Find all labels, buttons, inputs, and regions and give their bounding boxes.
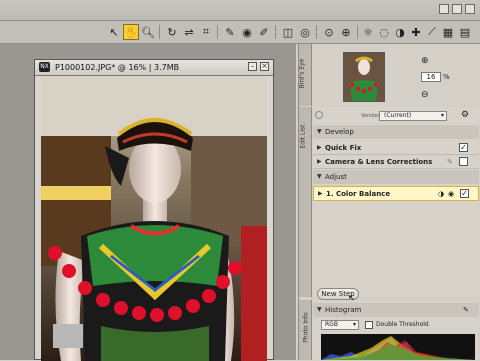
red-eye-control-point-icon[interactable]: ◑ bbox=[392, 24, 408, 40]
zoom-field[interactable]: 16 bbox=[421, 72, 441, 82]
crop-icon[interactable]: ⌗ bbox=[198, 24, 214, 40]
toolbar: ↖ ✋ 🔍︎ ↻ ⇌ ⌗ ✎ ◉ ✐ ◫ ◎ ⊙ ⊕ ☼ ◌ ◑ ✚ ⟋ ▦ ▤ bbox=[0, 21, 480, 44]
color-balance-label: 1. Color Balance bbox=[326, 190, 391, 198]
lasso-icon[interactable]: ◎ bbox=[297, 24, 313, 40]
photo-info-panel: ▼ Histogram ✎ RGB ▾ Double Threshold bbox=[313, 300, 479, 360]
selection-control-point-icon[interactable]: ⟋ bbox=[424, 24, 440, 40]
selection-brush-icon[interactable]: ◫ bbox=[280, 24, 296, 40]
auto-retouch-icon[interactable]: ✐ bbox=[256, 24, 272, 40]
color-point-icon[interactable]: ✚ bbox=[408, 24, 424, 40]
edit-list-panel: Version (Current) ▾ ⚙ ▼ Develop ▶ Quick … bbox=[313, 107, 479, 304]
channel-value: RGB bbox=[325, 321, 338, 328]
collapse-triangle-icon: ▶ bbox=[318, 190, 323, 197]
tab-edit-list[interactable]: Edit List bbox=[299, 107, 312, 297]
compare-icon[interactable]: ▤ bbox=[457, 24, 473, 40]
color-balance-checkbox[interactable]: ✓ bbox=[460, 189, 469, 198]
minimize-icon[interactable] bbox=[439, 4, 449, 14]
expand-triangle-icon: ▼ bbox=[317, 306, 322, 313]
expand-triangle-icon: ▼ bbox=[317, 128, 322, 135]
double-threshold-label: Double Threshold bbox=[376, 321, 429, 328]
double-threshold-checkbox[interactable] bbox=[365, 321, 373, 329]
image-window-title: P1000102.JPG* @ 16% | 3.7MB bbox=[55, 63, 180, 72]
settings-icon[interactable]: ⚙ bbox=[461, 110, 469, 120]
image-window-titlebar[interactable]: NX P1000102.JPG* @ 16% | 3.7MB – × bbox=[35, 60, 273, 76]
photo-canvas[interactable] bbox=[41, 76, 267, 361]
develop-section-header[interactable]: ▼ Develop bbox=[313, 125, 479, 139]
toolbar-separator bbox=[275, 25, 276, 39]
photo-info-tab-label: Photo Info bbox=[302, 312, 310, 343]
red-eye-icon[interactable]: ◉ bbox=[239, 24, 255, 40]
camera-lens-label: Camera & Lens Corrections bbox=[325, 158, 433, 166]
zoom-in-icon[interactable]: ⊕ bbox=[421, 56, 429, 66]
birds-eye-thumbnail[interactable] bbox=[343, 52, 385, 102]
quick-fix-checkbox[interactable]: ✓ bbox=[459, 143, 468, 152]
birds-eye-tab-label: Bird's Eye bbox=[298, 58, 306, 89]
collapse-triangle-icon: ▶ bbox=[317, 144, 322, 151]
hand-icon[interactable]: ✋ bbox=[123, 24, 139, 40]
tab-birds-eye[interactable]: Bird's Eye bbox=[298, 44, 312, 106]
version-label: Version bbox=[361, 113, 380, 119]
close-icon[interactable]: × bbox=[260, 62, 269, 71]
undo-icon[interactable] bbox=[315, 111, 323, 119]
quick-fix-label: Quick Fix bbox=[325, 144, 362, 152]
histogram-graph bbox=[321, 334, 475, 360]
opacity-icon[interactable]: ◑ bbox=[438, 187, 444, 201]
toolbar-separator bbox=[159, 25, 160, 39]
rotate-icon[interactable]: ↻ bbox=[164, 24, 180, 40]
black-point-icon[interactable]: ⊕ bbox=[338, 24, 354, 40]
channel-select[interactable]: RGB ▾ bbox=[321, 320, 359, 330]
camera-lens-checkbox[interactable] bbox=[459, 157, 468, 166]
neutral-point-icon[interactable]: ◌ bbox=[376, 24, 392, 40]
color-picker-icon[interactable]: ✎ bbox=[222, 24, 238, 40]
adjust-section-header[interactable]: ▼ Adjust bbox=[313, 170, 479, 184]
straighten-icon[interactable]: ⇌ bbox=[181, 24, 197, 40]
version-select[interactable]: (Current) ▾ bbox=[379, 111, 447, 121]
version-select-value: (Current) bbox=[384, 112, 412, 119]
minimize-icon[interactable]: – bbox=[248, 62, 257, 71]
white-point-icon[interactable]: ☼ bbox=[360, 24, 376, 40]
right-panel: Bird's Eye ⊕ 16 % ⊖ Edit List Version (C… bbox=[298, 44, 480, 360]
adjust-label: Adjust bbox=[325, 173, 347, 181]
zoom-icon[interactable]: 🔍︎ bbox=[140, 24, 156, 40]
image-window[interactable]: NX P1000102.JPG* @ 16% | 3.7MB – × bbox=[34, 59, 274, 361]
maximize-icon[interactable] bbox=[452, 4, 462, 14]
mannequin-photo bbox=[41, 76, 267, 361]
expand-triangle-icon: ▼ bbox=[317, 173, 322, 180]
app-icon: NX bbox=[39, 62, 50, 72]
mask-icon[interactable]: ◉ bbox=[448, 187, 454, 201]
histogram-label: Histogram bbox=[325, 306, 362, 314]
develop-label: Develop bbox=[325, 128, 354, 136]
control-point-icon[interactable]: ⊙ bbox=[321, 24, 337, 40]
chevron-down-icon: ▾ bbox=[352, 321, 356, 328]
close-icon[interactable] bbox=[465, 4, 475, 14]
pointer-icon[interactable]: ↖ bbox=[106, 24, 122, 40]
birds-eye-panel: ⊕ 16 % ⊖ bbox=[313, 44, 479, 106]
edit-list-tab-label: Edit List bbox=[299, 124, 307, 149]
tab-photo-info[interactable]: Photo Info bbox=[299, 300, 312, 360]
zoom-out-icon[interactable]: ⊖ bbox=[421, 90, 429, 100]
toolbar-separator bbox=[217, 25, 218, 39]
histogram-section-header[interactable]: ▼ Histogram ✎ bbox=[313, 303, 479, 317]
edit-icon[interactable]: ✎ bbox=[447, 155, 453, 169]
collapse-triangle-icon: ▶ bbox=[317, 158, 322, 165]
toolbar-separator bbox=[357, 25, 358, 39]
quick-fix-step[interactable]: ▶ Quick Fix ✓ bbox=[313, 141, 479, 155]
zoom-unit: % bbox=[443, 73, 450, 81]
toolbar-separator bbox=[316, 25, 317, 39]
chevron-down-icon: ▾ bbox=[440, 112, 444, 119]
histogram-options-icon[interactable]: ✎ bbox=[463, 303, 469, 317]
grid-icon[interactable]: ▦ bbox=[440, 24, 456, 40]
title-bar bbox=[0, 0, 480, 21]
color-balance-step[interactable]: ▶ 1. Color Balance ◑ ◉ ✓ bbox=[313, 186, 479, 201]
camera-lens-step[interactable]: ▶ Camera & Lens Corrections ✎ bbox=[313, 155, 479, 169]
